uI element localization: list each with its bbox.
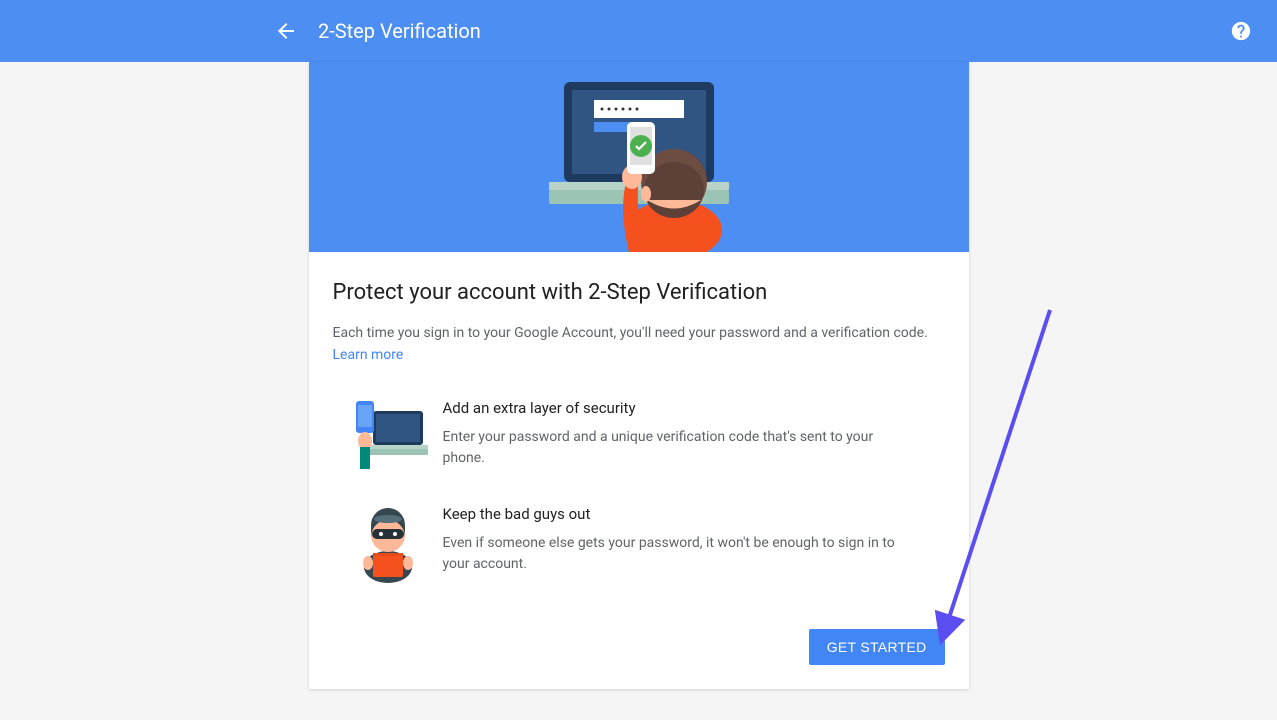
header-left: 2-Step Verification [274,19,481,43]
feature-text: Keep the bad guys out Even if someone el… [443,505,945,575]
feature-desc: Enter your password and a unique verific… [443,427,905,469]
page-title: 2-Step Verification [318,19,481,43]
feature-title: Add an extra layer of security [443,399,905,417]
main-card: Protect your account with 2-Step Verific… [309,62,969,689]
card-body: Protect your account with 2-Step Verific… [309,252,969,689]
feature-desc: Even if someone else gets your password,… [443,533,905,575]
feature-title: Keep the bad guys out [443,505,905,523]
hero-illustration [309,62,969,252]
back-arrow-icon[interactable] [274,19,298,43]
content-wrapper: Protect your account with 2-Step Verific… [0,62,1277,689]
card-actions: GET STARTED [333,621,945,665]
features-list: Add an extra layer of security Enter you… [333,399,945,585]
get-started-button[interactable]: GET STARTED [809,629,945,665]
feature-bad-guys: Keep the bad guys out Even if someone el… [333,505,945,585]
learn-more-link[interactable]: Learn more [333,347,404,363]
feature-text: Add an extra layer of security Enter you… [443,399,945,469]
phone-laptop-icon [333,399,443,469]
help-icon[interactable] [1229,19,1253,43]
card-description: Each time you sign in to your Google Acc… [333,323,945,344]
burglar-icon [333,505,443,585]
app-header: 2-Step Verification [0,0,1277,62]
card-subtitle: Protect your account with 2-Step Verific… [333,280,945,305]
feature-extra-layer: Add an extra layer of security Enter you… [333,399,945,469]
